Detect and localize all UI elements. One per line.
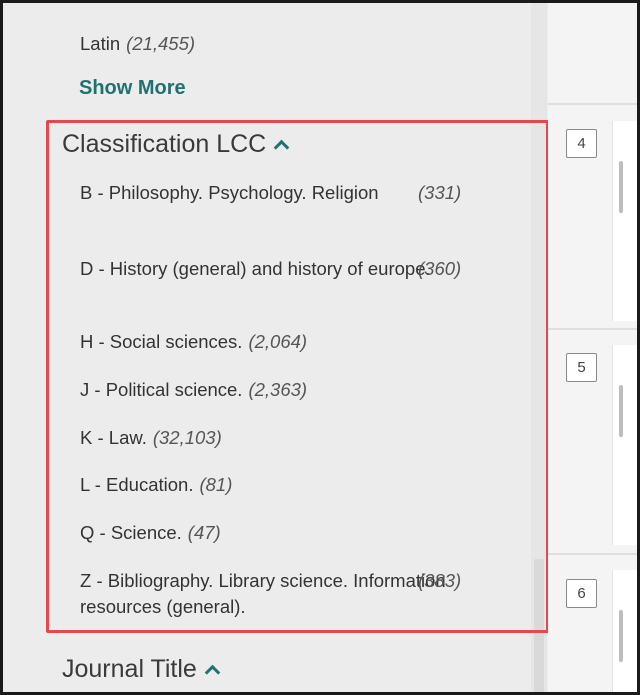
facet-item-count: (360) [418, 258, 462, 279]
result-thumbnail[interactable] [612, 121, 637, 321]
facet-item-label: Latin [80, 33, 121, 54]
journal-title-header[interactable]: Journal Title [62, 655, 221, 684]
facet-item-d[interactable]: D - History (general) and history of eur… [80, 256, 465, 282]
facet-item-z[interactable]: Z - Bibliography. Library science. Infor… [80, 568, 480, 620]
facet-item-count: (383) [418, 570, 462, 591]
thumbnail-glyph [619, 610, 623, 662]
result-thumbnail[interactable] [612, 570, 637, 692]
thumbnail-glyph [619, 161, 623, 213]
facet-header-label: Classification LCC [62, 130, 267, 158]
chevron-up-icon [273, 139, 290, 156]
facet-item-l[interactable]: L - Education. (81) [80, 472, 232, 498]
facet-item-label: Z - Bibliography. Library science. Infor… [80, 570, 446, 617]
show-more-link[interactable]: Show More [79, 77, 186, 100]
facet-item-label: H - Social sciences. [80, 331, 243, 352]
facet-item-label: K - Law. [80, 427, 147, 448]
facet-header-label: Journal Title [62, 655, 197, 683]
results-column: 4 5 6 [548, 3, 637, 692]
result-number-badge: 4 [566, 129, 597, 158]
facet-item-label: L - Education. [80, 474, 194, 495]
facet-item-count: (21,455) [126, 33, 196, 54]
facet-item-q[interactable]: Q - Science. (47) [80, 520, 221, 546]
facet-item-label: B - Philosophy. Psychology. Religion [80, 182, 379, 203]
facet-item-k[interactable]: K - Law. (32,103) [80, 425, 222, 451]
facet-item-label: J - Political science. [80, 379, 243, 400]
chevron-up-icon [204, 664, 221, 681]
facet-item-count: (331) [418, 182, 462, 203]
result-divider [548, 328, 637, 330]
thumbnail-glyph [619, 385, 623, 437]
result-number-badge: 6 [566, 579, 597, 608]
facet-item-b[interactable]: B - Philosophy. Psychology. Religion (33… [80, 180, 465, 206]
facet-item-j[interactable]: J - Political science. (2,363) [80, 377, 307, 403]
result-divider [548, 103, 637, 105]
screenshot-frame: Latin (21,455) Show More Classification L… [0, 0, 640, 695]
facet-item-h[interactable]: H - Social sciences. (2,064) [80, 329, 307, 355]
facet-item-count: (2,064) [248, 331, 308, 352]
facet-item-count: (81) [199, 474, 233, 495]
facet-sidebar: Latin (21,455) Show More Classification L… [3, 3, 549, 692]
facet-item-label: D - History (general) and history of eur… [80, 258, 431, 279]
sidebar-scrollbar-thumb[interactable] [534, 559, 544, 692]
facet-item-count: (47) [187, 522, 221, 543]
facet-item-count: (32,103) [152, 427, 222, 448]
result-thumbnail[interactable] [612, 345, 637, 545]
facet-item-count: (2,363) [248, 379, 308, 400]
result-number-badge: 5 [566, 353, 597, 382]
facet-item-label: Q - Science. [80, 522, 182, 543]
facet-item-latin[interactable]: Latin (21,455) [80, 33, 195, 55]
result-divider [548, 553, 637, 555]
classification-lcc-header[interactable]: Classification LCC [62, 130, 290, 159]
